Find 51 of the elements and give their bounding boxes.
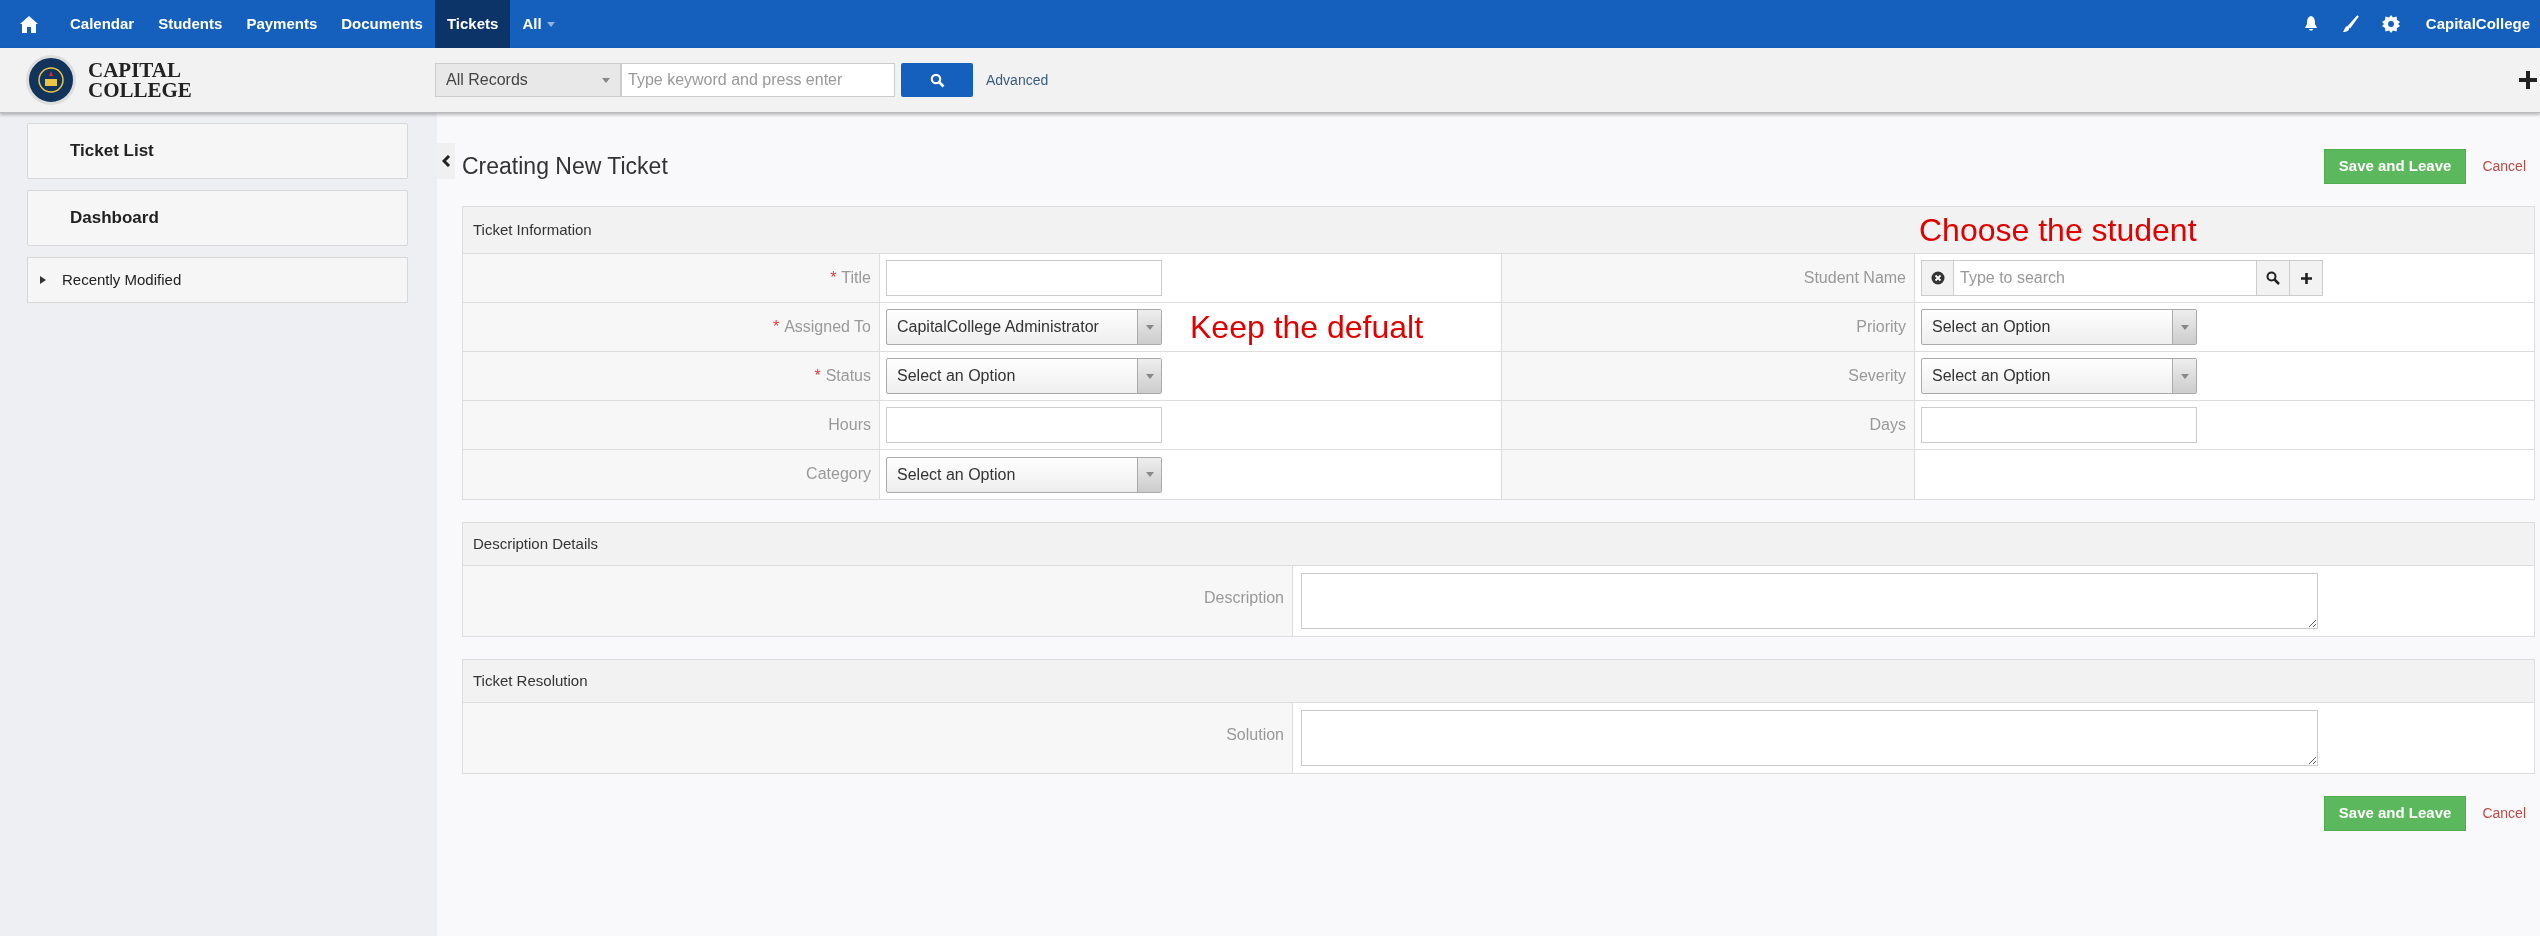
field-label: * Status bbox=[814, 366, 871, 386]
field-label: Severity bbox=[1848, 366, 1906, 386]
nav-tab[interactable]: Students bbox=[146, 0, 235, 48]
nav-tab[interactable]: Payments bbox=[234, 0, 330, 48]
field-label: Solution bbox=[1226, 725, 1284, 745]
student-lookup-field[interactable]: Type to search bbox=[1921, 260, 2323, 296]
text-input-field[interactable] bbox=[886, 260, 1162, 296]
text-input-field[interactable] bbox=[886, 407, 1162, 443]
field-label: Priority bbox=[1856, 317, 1906, 337]
sidebar-item[interactable]: Dashboard bbox=[27, 190, 408, 246]
nav-tab[interactable]: Documents bbox=[329, 0, 435, 48]
section-title: Ticket Resolution bbox=[463, 660, 2534, 703]
add-icon[interactable] bbox=[2518, 70, 2538, 90]
text-input-field[interactable] bbox=[1921, 407, 2197, 443]
select-dropdown[interactable]: Select an Option bbox=[1921, 358, 2197, 394]
advanced-search-link[interactable]: Advanced bbox=[986, 69, 1049, 91]
search-field[interactable]: Type keyword and press enter bbox=[621, 63, 895, 97]
search-icon[interactable] bbox=[2256, 261, 2289, 295]
college-seal-icon bbox=[26, 55, 76, 105]
select-dropdown[interactable]: Select an Option bbox=[886, 358, 1162, 394]
cancel-link[interactable]: Cancel bbox=[2482, 156, 2529, 177]
text-area-field[interactable] bbox=[1301, 573, 2318, 629]
search-scope-dropdown[interactable]: All Records bbox=[435, 63, 621, 97]
page-title: Creating New Ticket bbox=[462, 152, 668, 182]
section-title: Description Details bbox=[463, 523, 2534, 566]
section-title: Ticket Information bbox=[472, 219, 593, 240]
nav-tab[interactable]: Calendar bbox=[58, 0, 147, 48]
cancel-link[interactable]: Cancel bbox=[2482, 803, 2529, 824]
field-label: Days bbox=[1869, 415, 1906, 435]
field-label: Hours bbox=[828, 415, 871, 435]
college-logo-text: CAPITAL COLLEGE bbox=[88, 60, 192, 100]
search-icon bbox=[929, 72, 945, 88]
field-label: * Title bbox=[830, 268, 871, 288]
select-dropdown[interactable]: Select an Option bbox=[886, 456, 1162, 493]
field-label: Category bbox=[806, 464, 871, 484]
field-label: * Assigned To bbox=[772, 317, 871, 337]
nav-tab[interactable]: All bbox=[510, 0, 567, 48]
annotation-text: Choose the student bbox=[1918, 214, 2198, 246]
field-label: Student Name bbox=[1803, 268, 1906, 288]
sidebar-item[interactable]: Ticket List bbox=[27, 123, 408, 179]
nav-tab[interactable]: Tickets bbox=[434, 0, 511, 48]
collapse-sidebar-icon[interactable] bbox=[437, 143, 455, 179]
select-dropdown[interactable]: CapitalCollege Administrator bbox=[886, 309, 1162, 345]
clear-icon[interactable] bbox=[1922, 261, 1954, 295]
text-area-field[interactable] bbox=[1301, 710, 2318, 766]
select-dropdown[interactable]: Select an Option bbox=[1921, 309, 2197, 345]
search-button[interactable] bbox=[901, 63, 973, 97]
field-label: Description bbox=[1203, 588, 1284, 608]
annotation-text: Keep the defualt bbox=[1190, 311, 1424, 343]
user-menu[interactable]: CapitalCollege bbox=[2411, 0, 2540, 48]
sidebar-item[interactable]: Recently Modified bbox=[27, 257, 408, 303]
